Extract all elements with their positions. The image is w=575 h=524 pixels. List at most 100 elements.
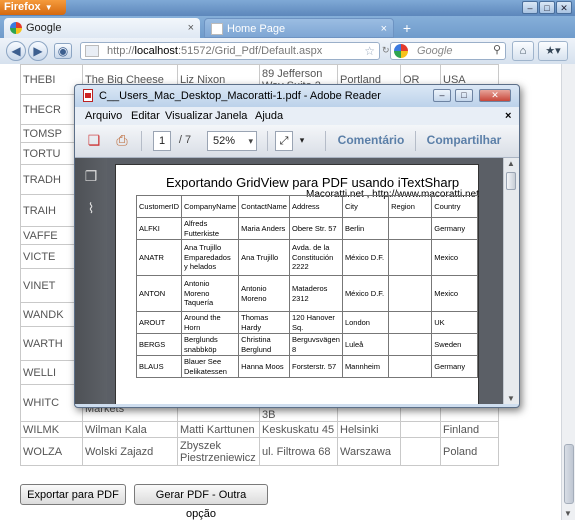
pdf-cell: BLAUS — [135, 355, 183, 378]
firefox-menu-button[interactable]: Firefox ▼ — [0, 0, 66, 15]
close-tab-icon[interactable]: × — [381, 19, 387, 39]
pdf-cell: Berglunds snabbköp — [181, 333, 240, 356]
reader-scrollbar-thumb[interactable] — [506, 172, 516, 190]
reader-maximize-button[interactable]: □ — [455, 89, 473, 102]
pdf-cell: Around the Horn — [181, 311, 240, 334]
pdf-cell: Hanna Moos — [238, 355, 290, 378]
tab-google[interactable]: Google × — [4, 18, 200, 38]
minimize-button[interactable]: – — [522, 1, 538, 14]
close-document-icon[interactable]: × — [505, 107, 511, 125]
attachments-paperclip-icon[interactable]: ⌇ — [83, 200, 99, 216]
home-button[interactable]: ⌂ — [512, 41, 534, 61]
site-icon — [85, 45, 99, 57]
pdf-header-cell: ContactName — [238, 195, 290, 218]
reader-toolbar: ❏ ⎙ 1 / 7 52% ⤢ ▾ Comentário Compartilha… — [75, 125, 519, 158]
address-bar[interactable]: http://localhost:51572/Grid_Pdf/Default.… — [80, 42, 380, 60]
cell-region — [400, 437, 441, 466]
tab-label: Google — [26, 22, 62, 34]
bookmark-star-icon[interactable]: ☆ — [364, 43, 375, 59]
pdf-cell: UK — [431, 311, 478, 334]
cell-company: Wilman Kala — [82, 421, 178, 438]
page-count: / 7 — [178, 134, 192, 146]
pdf-cell: Germany — [431, 355, 478, 378]
menu-arquivo[interactable]: Arquivo — [85, 107, 122, 125]
tab-label: Home Page — [227, 23, 286, 35]
pdf-cell: Obere Str. 57 — [288, 217, 343, 240]
zoom-select[interactable]: 52% — [207, 131, 257, 151]
cell-city: Helsinki — [337, 421, 401, 438]
bookmarks-menu-button[interactable]: ★▾ — [538, 41, 568, 61]
pdf-cell: 120 Hanover Sq. — [288, 311, 343, 334]
chevron-down-icon: ▼ — [44, 3, 53, 12]
menu-editar[interactable]: Editar — [131, 107, 160, 125]
refresh-icon[interactable]: ↻ — [382, 41, 390, 61]
reader-close-button[interactable]: ✕ — [479, 89, 511, 102]
scroll-down-icon[interactable]: ▼ — [507, 394, 515, 403]
menu-janela[interactable]: Janela — [215, 107, 247, 125]
search-placeholder: Google — [417, 45, 453, 57]
page-scrollbar[interactable]: ▼ — [561, 64, 575, 520]
reader-title-bar: C__Users_Mac_Desktop_Macoratti-1.pdf - A… — [75, 85, 519, 107]
pdf-header-cell: Address — [288, 195, 343, 218]
pdf-header-cell: Country — [431, 195, 478, 218]
cell-company: Wolski Zajazd — [82, 437, 178, 466]
toolbar-separator — [415, 131, 416, 151]
pdf-cell: ANTON — [135, 275, 183, 312]
print-icon[interactable]: ⎙ — [111, 131, 133, 151]
pdf-row: ANTON Antonio Moreno Taquería Antonio More… — [135, 275, 478, 312]
reader-minimize-button[interactable]: – — [433, 89, 451, 102]
forward-button[interactable]: ▶ — [28, 41, 48, 61]
maximize-button[interactable]: □ — [539, 1, 555, 14]
pdf-cell: Mataderos 2312 — [288, 275, 343, 312]
pdf-cell: Alfreds Futterkiste — [181, 217, 240, 240]
menu-ajuda[interactable]: Ajuda — [255, 107, 283, 125]
identity-icon[interactable]: ◉ — [54, 43, 72, 59]
tab-home-page[interactable]: Home Page × — [204, 18, 394, 38]
share-panel-button[interactable]: Compartilhar — [425, 131, 503, 151]
pdf-page: Exportando GridView para PDF usando iTex… — [115, 164, 479, 404]
pdf-cell — [388, 355, 433, 378]
pdf-row: BLAUS Blauer See Delikatessen Hanna Moos Fo… — [135, 355, 478, 378]
pdf-row: BERGS Berglunds snabbköp Christina Berglun… — [135, 333, 478, 356]
document-view[interactable]: Exportando GridView para PDF usando iTex… — [107, 158, 503, 404]
page-number-input[interactable]: 1 — [153, 131, 171, 151]
new-tab-button[interactable]: + — [398, 20, 416, 36]
create-pdf-icon[interactable]: ❏ — [83, 131, 105, 151]
google-icon — [10, 22, 22, 34]
toolbar-separator — [141, 131, 142, 151]
search-icon[interactable]: ⚲ — [493, 42, 501, 58]
menu-visualizar[interactable]: Visualizar — [165, 107, 213, 125]
reader-navigation-pane: ❐ ⌇ — [75, 158, 107, 404]
fit-page-icon[interactable]: ⤢ — [275, 131, 293, 151]
pdf-cell: Avda. de la Constitución 2222 — [288, 239, 343, 276]
pdf-cell: Christina Berglund — [238, 333, 290, 356]
more-tools-chevron-icon[interactable]: ▾ — [297, 131, 307, 151]
pdf-cell: ALFKI — [135, 217, 183, 240]
pdf-cell: Mexico — [431, 239, 478, 276]
search-box[interactable]: Google ⚲ — [390, 42, 506, 60]
pdf-cell: México D.F. — [341, 239, 390, 276]
pdf-cell: Blauer See Delikatessen — [181, 355, 240, 378]
back-button[interactable]: ◀ — [6, 41, 26, 61]
firefox-menu-label: Firefox — [4, 1, 41, 13]
reader-scrollbar[interactable]: ▲ ▼ — [503, 158, 519, 404]
pdf-cell: Forsterstr. 57 — [288, 355, 343, 378]
scroll-up-icon[interactable]: ▲ — [507, 159, 515, 168]
export-pdf-alt-button[interactable]: Gerar PDF - Outra opção — [134, 484, 268, 520]
comment-panel-button[interactable]: Comentário — [337, 131, 405, 151]
close-tab-icon[interactable]: × — [188, 18, 194, 38]
toolbar-separator — [267, 131, 268, 151]
page-scrollbar-thumb[interactable] — [564, 444, 574, 504]
pdf-cell: Mannheim — [341, 355, 390, 378]
google-search-icon — [394, 44, 408, 58]
page-icon — [211, 23, 223, 35]
close-window-button[interactable]: ✕ — [556, 1, 572, 14]
export-pdf-button[interactable]: Exportar para PDF — [20, 484, 126, 505]
page-thumbnails-icon[interactable]: ❐ — [83, 168, 99, 184]
cell-contact: Matti Karttunen — [177, 421, 260, 438]
toolbar-separator — [325, 131, 326, 151]
scroll-down-icon[interactable]: ▼ — [564, 509, 572, 518]
pdf-title: Exportando GridView para PDF usando iTex… — [166, 175, 460, 190]
url-prefix: http:// — [107, 45, 135, 57]
navigation-bar: ◀ ▶ ◉ http://localhost:51572/Grid_Pdf/De… — [0, 38, 575, 65]
